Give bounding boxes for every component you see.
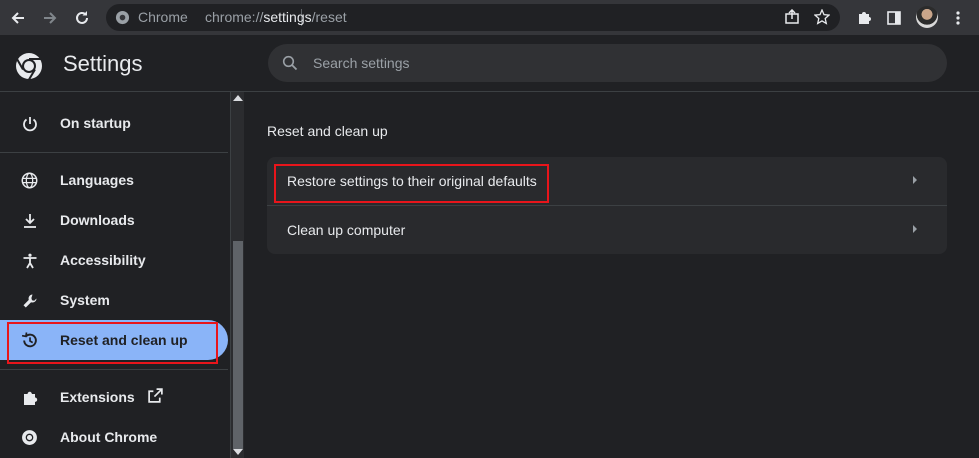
chevron-right-icon <box>913 176 917 184</box>
main-content: Reset and clean up Restore settings to t… <box>245 92 979 458</box>
bookmark-star-icon[interactable] <box>813 8 831 30</box>
power-icon <box>20 114 39 133</box>
search-icon <box>282 55 298 71</box>
sidebar-item-label: On startup <box>60 115 131 131</box>
download-icon <box>20 211 39 230</box>
highlight-box <box>274 164 549 203</box>
chevron-right-icon <box>913 225 917 233</box>
row-label: Clean up computer <box>287 222 406 238</box>
url-scheme: chrome:// <box>205 9 264 25</box>
search-settings-input[interactable]: Search settings <box>268 44 947 82</box>
search-placeholder: Search settings <box>313 55 410 71</box>
accessibility-icon <box>20 251 39 270</box>
sidebar-item-system[interactable]: System <box>0 280 228 320</box>
highlight-box <box>7 322 218 364</box>
browser-toolbar: Chrome chrome://settings/reset <box>0 0 979 35</box>
sidebar-item-label: Languages <box>60 172 134 188</box>
sidebar-item-extensions[interactable]: Extensions <box>0 377 228 417</box>
url-host: settings <box>263 9 312 25</box>
reload-icon[interactable] <box>70 6 94 30</box>
globe-icon <box>20 171 39 190</box>
sidebar-scrollbar[interactable] <box>230 92 244 458</box>
sidebar-item-label: Extensions <box>60 389 135 405</box>
chrome-logo-icon <box>15 52 43 81</box>
sidebar-item-label: Downloads <box>60 212 135 228</box>
sidebar-item-languages[interactable]: Languages <box>0 160 228 200</box>
sidebar-item-label: Accessibility <box>60 252 146 268</box>
side-panel-icon[interactable] <box>882 6 906 30</box>
forward-arrow-icon[interactable] <box>38 6 62 30</box>
page-title: Settings <box>63 51 143 76</box>
profile-avatar[interactable] <box>916 6 938 28</box>
chrome-site-icon <box>115 10 130 30</box>
share-icon[interactable] <box>784 8 800 30</box>
scroll-thumb[interactable] <box>233 241 243 449</box>
section-title: Reset and clean up <box>267 123 388 139</box>
sidebar-item-accessibility[interactable]: Accessibility <box>0 240 228 280</box>
more-menu-icon[interactable] <box>946 6 970 30</box>
url-path: /reset <box>311 9 347 25</box>
extensions-puzzle-icon[interactable] <box>852 6 876 30</box>
sidebar-item-label: About Chrome <box>60 429 158 445</box>
sidebar-item-on-startup[interactable]: On startup <box>0 103 228 143</box>
sidebar-item-label: System <box>60 292 110 308</box>
sidebar-item-about-chrome[interactable]: About Chrome <box>0 417 228 457</box>
clean-up-computer-row[interactable]: Clean up computer <box>267 206 947 254</box>
site-label: Chrome <box>138 9 188 25</box>
address-bar[interactable]: Chrome chrome://settings/reset <box>106 4 840 31</box>
sidebar-divider <box>0 369 228 370</box>
open-external-icon <box>147 387 164 404</box>
puzzle-icon <box>20 388 39 407</box>
scroll-up-arrow-icon[interactable] <box>233 95 243 101</box>
sidebar-divider <box>0 152 228 153</box>
scroll-down-arrow-icon[interactable] <box>233 449 243 455</box>
back-arrow-icon[interactable] <box>6 6 30 30</box>
settings-header: Settings Search settings <box>0 35 979 92</box>
url-text: chrome://settings/reset <box>205 9 347 25</box>
settings-sidebar: On startup Languages Downloads Accessibi… <box>0 92 230 458</box>
chrome-icon <box>20 428 39 447</box>
sidebar-item-downloads[interactable]: Downloads <box>0 200 228 240</box>
wrench-icon <box>20 291 39 310</box>
